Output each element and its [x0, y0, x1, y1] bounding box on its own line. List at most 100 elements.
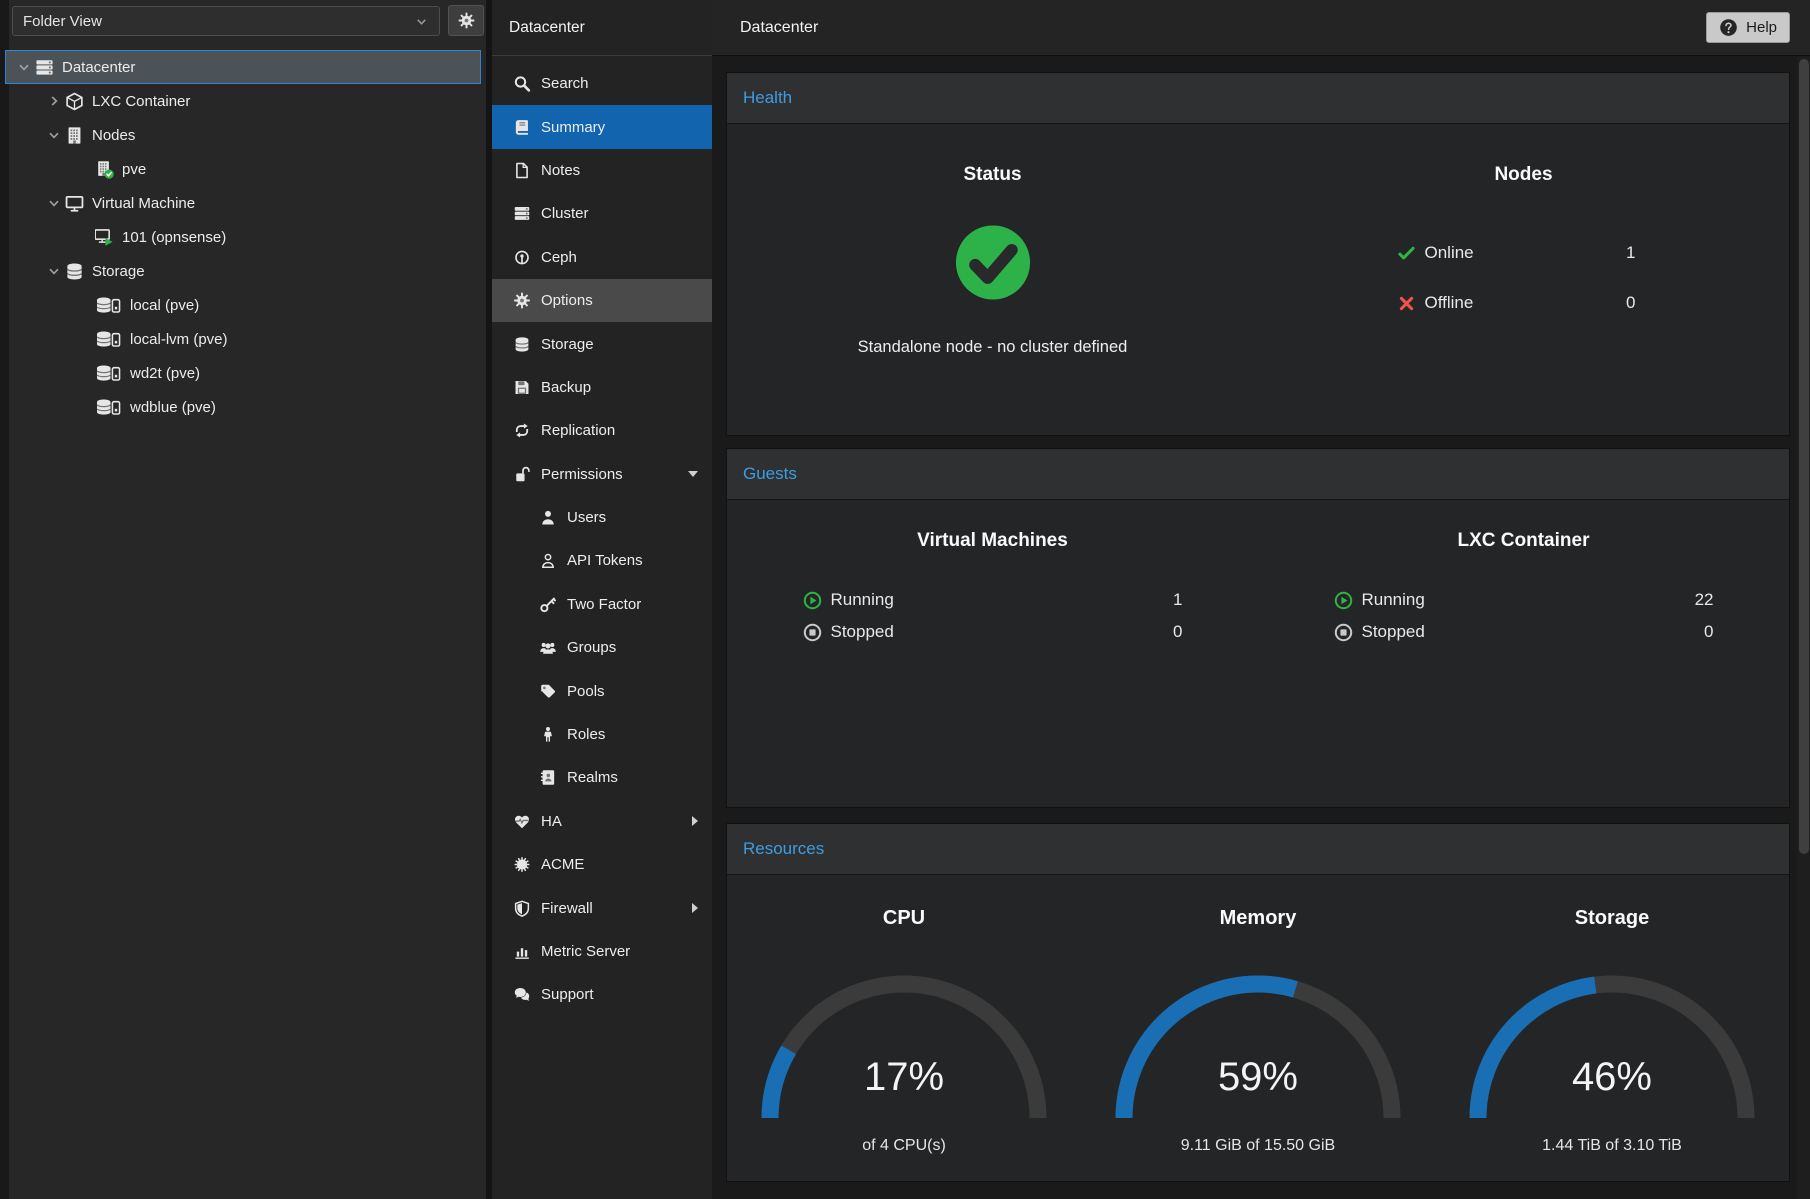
- tree-item-local-pve[interactable]: local (pve): [5, 288, 481, 322]
- tree-item-pve[interactable]: pve: [5, 152, 481, 186]
- tree-item-virtual-machine[interactable]: Virtual Machine: [5, 186, 481, 220]
- menu-item-label: Options: [541, 292, 593, 309]
- tree-item-label: LXC Container: [92, 93, 190, 110]
- config-menu-panel: Datacenter SearchSummary Notes Cluster Ceph…: [492, 0, 712, 1199]
- guest-state-label: Stopped: [1362, 622, 1425, 642]
- menu-item-replication[interactable]: Replication: [492, 409, 712, 452]
- nodes-heading: Nodes: [1258, 164, 1789, 186]
- tree-item-wdblue-pve[interactable]: wdblue (pve): [5, 390, 481, 424]
- menu-item-backup[interactable]: Backup: [492, 366, 712, 409]
- menu-item-summary[interactable]: Summary: [492, 105, 712, 148]
- menu-item-label: API Tokens: [567, 552, 643, 569]
- cpu-gauge-heading: CPU: [727, 907, 1081, 930]
- view-selector[interactable]: Folder View: [12, 6, 440, 36]
- menu-item-storage[interactable]: Storage: [492, 322, 712, 365]
- menu-item-label: Ceph: [541, 249, 577, 266]
- resource-tree: Datacenter LXC Container Nodes pveVirtual M…: [0, 50, 486, 424]
- guest-state-label: Stopped: [831, 622, 894, 642]
- tree-item-wd2t-pve[interactable]: wd2t (pve): [5, 356, 481, 390]
- replication-icon: [512, 422, 532, 439]
- building-icon: [65, 126, 84, 145]
- cpu-gauge-sublabel: of 4 CPU(s): [727, 1137, 1081, 1155]
- key-icon: [538, 596, 558, 613]
- guest-row-lxc-container-stopped: Stopped0: [1334, 616, 1714, 648]
- status-heading: Status: [727, 164, 1258, 186]
- menu-item-label: Notes: [541, 162, 580, 179]
- menu-item-support[interactable]: Support: [492, 973, 712, 1016]
- scrollbar-thumb[interactable]: [1799, 59, 1809, 854]
- storage-gauge-heading: Storage: [1435, 907, 1789, 930]
- menu-item-firewall[interactable]: Firewall: [492, 886, 712, 929]
- menu-item-label: HA: [541, 813, 562, 830]
- menu-item-label: Metric Server: [541, 943, 630, 960]
- menu-item-label: ACME: [541, 856, 584, 873]
- unlock-icon: [512, 466, 532, 483]
- guests-panel: Guests Virtual Machines Running1Stopped0…: [726, 448, 1790, 808]
- chevron-down-icon[interactable]: [45, 195, 63, 211]
- book-icon: [512, 119, 532, 136]
- building-check-icon: [95, 160, 114, 179]
- monitor-icon: [65, 194, 84, 213]
- menu-item-groups[interactable]: Groups: [492, 626, 712, 669]
- memory-gauge-percent: 59%: [1081, 1055, 1435, 1099]
- nodes-column: Nodes Online1Offline0: [1258, 124, 1789, 434]
- menu-item-label: Users: [567, 509, 606, 526]
- menu-item-users[interactable]: Users: [492, 496, 712, 539]
- tree-item-label: Datacenter: [62, 59, 135, 76]
- role-icon: [538, 726, 558, 743]
- menu-item-realms[interactable]: Realms: [492, 756, 712, 799]
- menu-item-label: Backup: [541, 379, 591, 396]
- menu-item-acme[interactable]: ACME: [492, 843, 712, 886]
- ceph-icon: [512, 249, 532, 266]
- tree-item-nodes[interactable]: Nodes: [5, 118, 481, 152]
- server-icon: [35, 58, 54, 77]
- gear-icon: [458, 12, 475, 29]
- vm-table: Running1Stopped0: [803, 584, 1183, 648]
- menu-item-cluster[interactable]: Cluster: [492, 192, 712, 235]
- menu-item-metric-server[interactable]: Metric Server: [492, 930, 712, 973]
- menu-item-roles[interactable]: Roles: [492, 713, 712, 756]
- chevron-right-icon[interactable]: [45, 93, 63, 109]
- menu-title: Datacenter: [492, 0, 712, 56]
- status-ok-icon: [954, 224, 1031, 301]
- vertical-scrollbar[interactable]: [1797, 57, 1810, 1199]
- memory-gauge-heading: Memory: [1081, 907, 1435, 930]
- help-button[interactable]: Help: [1706, 12, 1790, 43]
- memory-gauge-arc: [1108, 968, 1408, 1126]
- menu-item-two-factor[interactable]: Two Factor: [492, 583, 712, 626]
- check-icon: [1398, 245, 1415, 262]
- menu-item-permissions[interactable]: Permissions: [492, 453, 712, 496]
- memory-gauge-sublabel: 9.11 GiB of 15.50 GiB: [1081, 1137, 1435, 1155]
- menu-item-ha[interactable]: HA: [492, 800, 712, 843]
- menu-item-search[interactable]: Search: [492, 62, 712, 105]
- menu-item-options[interactable]: Options: [492, 279, 712, 322]
- guest-row-virtual-machines-running: Running1: [803, 584, 1183, 616]
- menu-item-api-tokens[interactable]: API Tokens: [492, 539, 712, 582]
- chevron-down-icon[interactable]: [45, 127, 63, 143]
- tree-item-lxc-container[interactable]: LXC Container: [5, 84, 481, 118]
- tree-item-101-opnsense[interactable]: 101 (opnsense): [5, 220, 481, 254]
- tree-item-label: Nodes: [92, 127, 135, 144]
- storage-gauge-sublabel: 1.44 TiB of 3.10 TiB: [1435, 1137, 1789, 1155]
- chevron-down-icon[interactable]: [15, 59, 33, 75]
- tree-item-storage[interactable]: Storage: [5, 254, 481, 288]
- storage-gauge-percent: 46%: [1435, 1055, 1789, 1099]
- cross-icon: [1398, 295, 1415, 312]
- running-icon: [803, 591, 822, 610]
- menu-item-pools[interactable]: Pools: [492, 669, 712, 712]
- help-button-label: Help: [1746, 19, 1777, 36]
- tree-settings-button[interactable]: [448, 5, 484, 36]
- menu-item-ceph[interactable]: Ceph: [492, 236, 712, 279]
- user-icon: [538, 509, 558, 526]
- resources-panel: Resources CPU 17% of 4 CPU(s) Memory 59%…: [726, 823, 1790, 1182]
- running-icon: [1334, 591, 1353, 610]
- chevron-down-icon[interactable]: [45, 263, 63, 279]
- menu-item-notes[interactable]: Notes: [492, 149, 712, 192]
- menu-item-label: Pools: [567, 683, 605, 700]
- tree-item-datacenter[interactable]: Datacenter: [5, 50, 481, 84]
- tree-item-local-lvm-pve[interactable]: local-lvm (pve): [5, 322, 481, 356]
- menu-item-label: Replication: [541, 422, 615, 439]
- expander-spacer: [75, 365, 93, 381]
- cpu-gauge-arc: [754, 968, 1054, 1126]
- guest-row-virtual-machines-stopped: Stopped0: [803, 616, 1183, 648]
